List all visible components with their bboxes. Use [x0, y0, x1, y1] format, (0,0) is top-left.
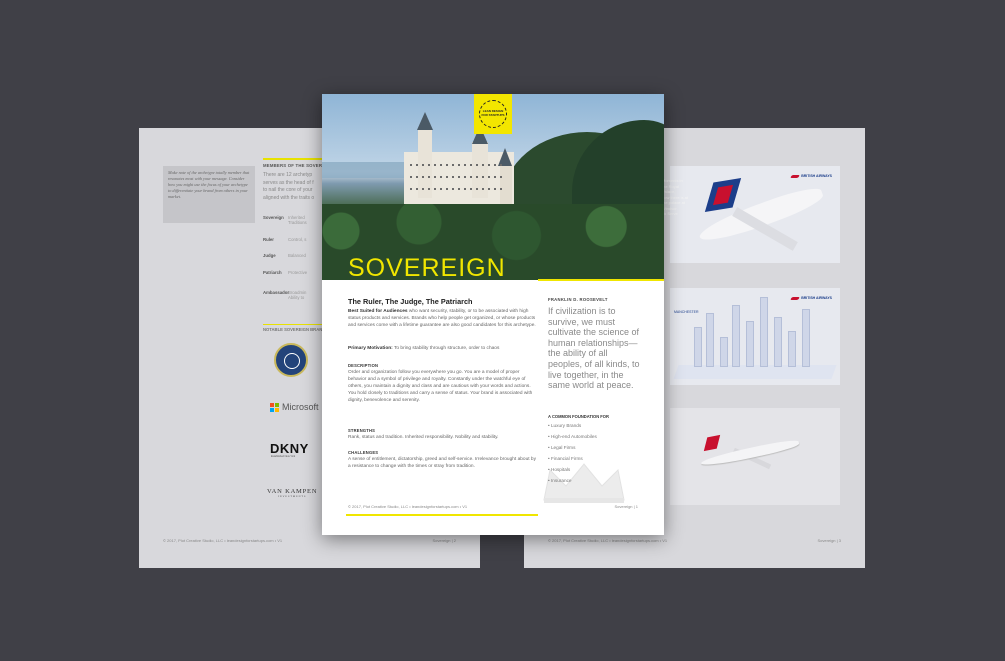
members-intro: There are 12 archetyp serves as the head… — [263, 172, 325, 202]
foundation-item: • Hospitals — [548, 467, 571, 472]
note-text: Make note of the archetype totally membe… — [168, 170, 250, 199]
description-text: Order and organization follow you everyw… — [348, 370, 533, 403]
member-name: Ruler — [263, 237, 274, 242]
building — [694, 327, 702, 367]
quote-author: FRANKLIN D. ROOSEVELT — [548, 297, 608, 302]
member-desc: Ability to — [288, 295, 305, 300]
castle-tower — [500, 164, 512, 208]
building — [788, 331, 796, 367]
building — [706, 313, 714, 367]
dkny-logo: DKNY — [270, 441, 309, 456]
page-number: Sovereign | 2 — [432, 538, 457, 543]
member-desc: Control, s — [288, 237, 307, 242]
intro-line: There are 12 archetyp — [263, 172, 313, 178]
castle-windows — [410, 164, 506, 166]
foundation-item: • Insurance — [548, 478, 572, 483]
british-airways-logo: BRITISH AIRWAYS — [790, 174, 832, 178]
van-kampen-wordmark: VAN KAMPEN — [267, 488, 318, 495]
badge-text: LEAN DESIGN FOR STARTUPS — [481, 109, 505, 117]
foundation-item: • Financial Firms — [548, 456, 583, 461]
front-page: LEAN DESIGN FOR STARTUPS SOVEREIGN The R… — [322, 94, 664, 535]
microsoft-windows-icon — [270, 402, 279, 412]
british-airways-logo: BRITISH AIRWAYS — [790, 296, 832, 300]
motivation-text: To bring stability through structure, or… — [392, 346, 500, 351]
city-label: MANCHESTER — [674, 310, 699, 314]
member-row: Judge Balanced — [263, 253, 306, 258]
member-desc: Traditions — [288, 220, 307, 225]
quote-text: If civilization is to survive, we must c… — [548, 306, 640, 391]
member-name: Patriarch — [263, 270, 282, 275]
strengths-text: Rank, status and tradition. Inherited re… — [348, 435, 499, 440]
challenges-heading: CHALLENGES — [348, 450, 379, 455]
page-footer: © 2017, Plot Creative Studio, LLC • lean… — [348, 504, 468, 509]
ad-image-plane-small — [670, 408, 840, 505]
member-row: Sovereign Inherited Traditions — [263, 215, 307, 225]
motivation-label: Primary Motivation: — [348, 346, 393, 351]
member-row: Patriarch Protective — [263, 270, 307, 275]
note-box: Make note of the archetype totally membe… — [163, 166, 255, 223]
microsoft-wordmark: Microsoft — [282, 402, 319, 412]
intro-line: aligned with the traits o — [263, 194, 315, 201]
intro-line: to nail the core of your — [263, 187, 313, 193]
strengths-heading: STRENGTHS — [348, 428, 376, 433]
dkny-tagline: Established New York — [271, 455, 296, 458]
building — [802, 309, 810, 367]
member-name: Sovereign — [263, 215, 284, 220]
description-heading: DESCRIPTION — [348, 363, 379, 368]
page-footer: © 2017, Plot Creative Studio, LLC • lean… — [163, 538, 283, 543]
best-suited-label: Best Suited for Audiences — [348, 309, 408, 314]
page-footer: © 2017, Plot Creative Studio, LLC • lean… — [548, 538, 668, 543]
title-rule — [538, 279, 664, 281]
building — [760, 297, 768, 367]
member-name: Judge — [263, 253, 276, 258]
best-suited-paragraph: Best Suited for Audiences who want secur… — [348, 308, 536, 329]
member-row: AmbassadorBroadmin Ability to — [263, 290, 306, 300]
plane-tail — [703, 434, 721, 452]
ad-image-city: BRITISH AIRWAYS MANCHESTER — [670, 288, 840, 385]
van-kampen-logo: VAN KAMPEN INVESTMENTS — [267, 488, 317, 498]
member-desc: Balanced — [288, 253, 306, 258]
microsoft-logo: Microsoft — [270, 402, 319, 412]
lean-design-badge: LEAN DESIGN FOR STARTUPS — [474, 94, 512, 134]
member-desc: Protective — [288, 270, 308, 275]
member-row: Ruler Control, s — [263, 237, 306, 242]
page-number: Sovereign | 1 — [614, 504, 639, 509]
subtitle: The Ruler, The Judge, The Patriarch — [348, 297, 473, 306]
tower-roof — [417, 112, 433, 130]
foundation-heading: A COMMON FOUNDATION FOR — [548, 414, 609, 419]
foundation-item: • Legal Firms — [548, 445, 576, 450]
ad-caption: Moments in the Royal Palace, now there i… — [662, 178, 689, 216]
treasury-seal-logo — [274, 343, 308, 377]
page-title: SOVEREIGN — [348, 254, 506, 282]
member-name: Ambassador — [263, 290, 290, 295]
badge-ring: LEAN DESIGN FOR STARTUPS — [479, 100, 507, 128]
intro-line: serves as the head of f — [263, 179, 314, 186]
footer-rule — [346, 514, 538, 516]
building — [746, 321, 754, 367]
city-base — [673, 365, 837, 379]
castle-windows — [410, 176, 506, 178]
brands-heading: NOTABLE SOVEREIGN BRANDS — [263, 324, 323, 332]
foundation-item: • High-end Automobiles — [548, 434, 597, 439]
foundation-item: • Luxury Brands — [548, 423, 582, 428]
building — [732, 305, 740, 367]
building — [720, 337, 728, 367]
page-number: Sovereign | 3 — [817, 538, 842, 543]
van-kampen-sub: INVESTMENTS — [277, 495, 307, 498]
castle-windows — [410, 188, 506, 190]
motivation-paragraph: Primary Motivation: To bring stability t… — [348, 345, 536, 352]
challenges-text: A sense of entitlement, dictatorship, gr… — [348, 457, 536, 469]
ad-image-plane: BRITISH AIRWAYS — [670, 166, 840, 263]
building — [774, 317, 782, 367]
